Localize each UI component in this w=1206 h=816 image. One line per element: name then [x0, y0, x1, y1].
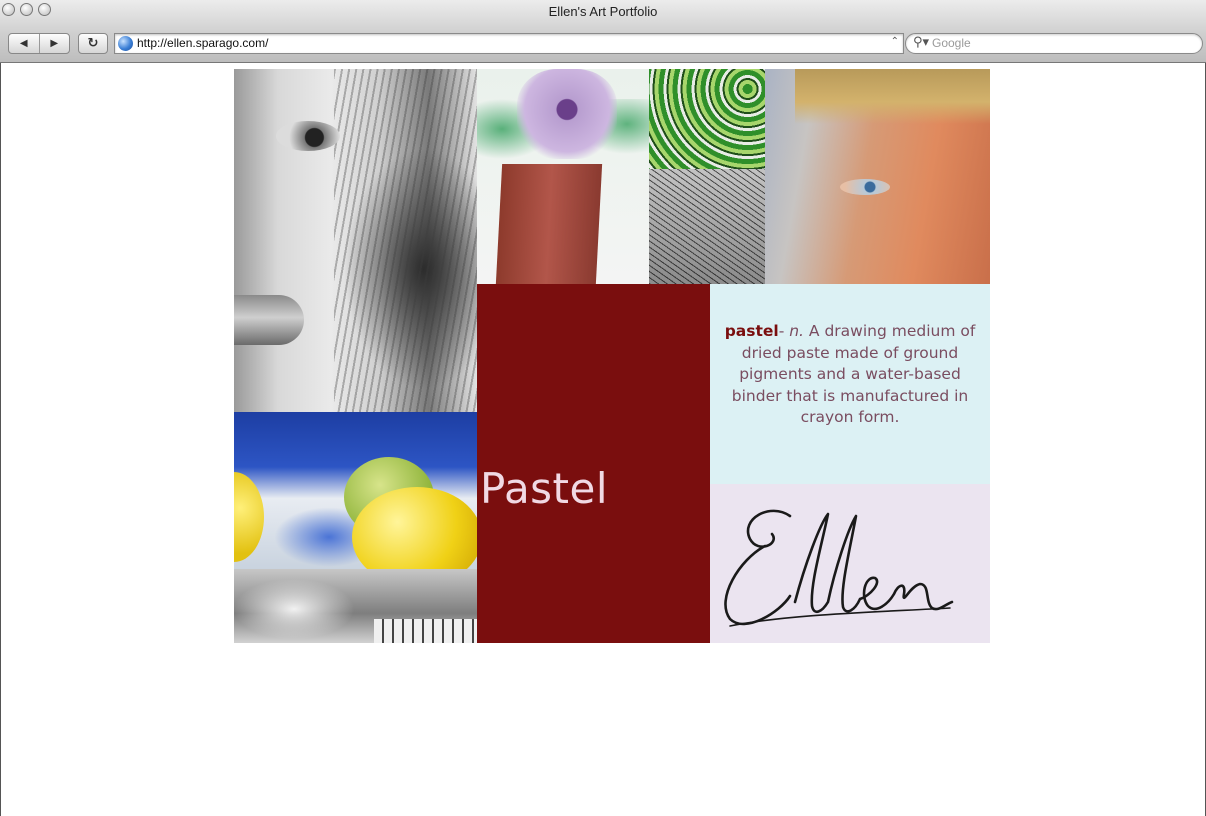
reload-button[interactable]: ↻ [78, 33, 108, 54]
lemon-left [234, 472, 264, 562]
globe-icon [118, 36, 133, 51]
definition-separator: - [778, 322, 790, 340]
search-box: ⚲▾ [905, 33, 1203, 54]
violet-flower [517, 69, 617, 159]
address-bar[interactable]: http://ellen.sparago.com/ ⌃ [114, 33, 904, 54]
signature-ellen [724, 509, 954, 627]
boy-hair [795, 69, 990, 124]
skull-drawing[interactable] [234, 569, 477, 643]
girl-portrait-drawing[interactable] [234, 69, 477, 412]
snapback-icon[interactable]: ⌃ [891, 36, 899, 47]
eye-detail [276, 121, 340, 151]
flower-pot [495, 164, 603, 284]
forward-button[interactable]: ▶ [38, 34, 70, 53]
window-title: Ellen's Art Portfolio [548, 4, 658, 19]
back-arrow-icon: ◀ [19, 38, 28, 49]
portfolio-collage: Pastel pastel- n. A drawing medium of dr… [234, 69, 990, 643]
url-text[interactable]: http://ellen.sparago.com/ [137, 36, 268, 50]
part-of-speech: n. [789, 322, 804, 340]
pastel-heading-panel: Pastel [477, 284, 710, 643]
magnifier-icon[interactable]: ⚲▾ [913, 35, 929, 50]
skull-teeth [374, 619, 477, 643]
hair-shading [334, 69, 477, 412]
back-button[interactable]: ◀ [9, 34, 39, 53]
definition-term: pastel [724, 322, 779, 340]
history-navigation: ◀ ▶ [8, 33, 70, 54]
page-title: Pastel [480, 464, 609, 513]
lips-detail [234, 295, 304, 345]
search-input[interactable] [932, 35, 1192, 51]
pencil-sketch-artwork[interactable] [649, 169, 765, 284]
browser-toolbar: Ellen's Art Portfolio ◀ ▶ ↻ http://ellen… [0, 0, 1206, 63]
flower-watercolor[interactable] [477, 69, 649, 284]
lemons-still-life[interactable] [234, 412, 477, 569]
definition-text: pastel- n. A drawing medium of dried pas… [718, 321, 982, 429]
reload-icon: ↻ [87, 36, 99, 51]
forward-arrow-icon: ▶ [50, 38, 59, 49]
definition-panel: pastel- n. A drawing medium of dried pas… [710, 284, 990, 484]
boy-portrait-pastel[interactable] [765, 69, 990, 284]
signature-panel [710, 484, 990, 643]
green-swirl-artwork[interactable] [649, 69, 765, 169]
boy-eye [840, 179, 890, 195]
